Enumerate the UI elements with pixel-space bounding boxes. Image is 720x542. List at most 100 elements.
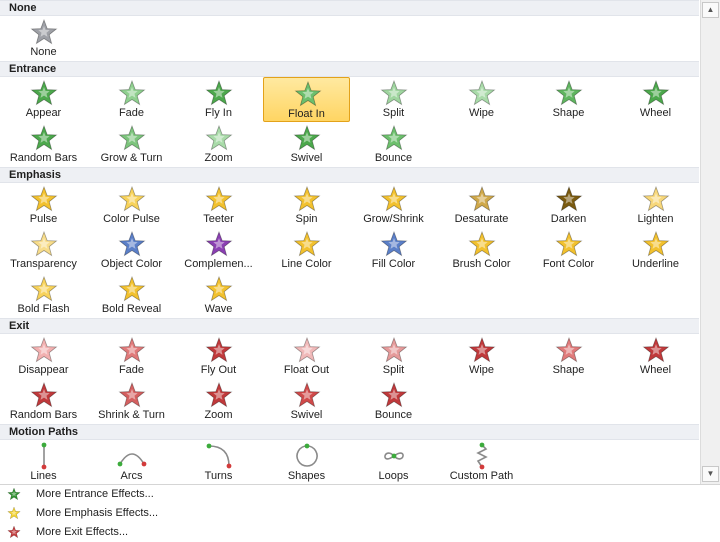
effect-emphasis-lighten[interactable]: Lighten <box>612 183 699 228</box>
effect-label: Fade <box>118 364 145 376</box>
star-gold-icon <box>291 185 323 213</box>
star-gold-icon <box>466 185 498 213</box>
effect-emphasis-pulse[interactable]: Pulse <box>0 183 87 228</box>
star-red-icon <box>203 336 235 364</box>
menu-item-more-emphasis-effects[interactable]: More Emphasis Effects... <box>0 504 720 523</box>
effect-entrance-wipe[interactable]: Wipe <box>438 77 525 122</box>
effect-entrance-float-in[interactable]: Float In <box>263 77 350 122</box>
effect-emphasis-desaturate[interactable]: Desaturate <box>438 183 525 228</box>
star-green-icon <box>640 79 672 107</box>
effect-emphasis-bold-flash[interactable]: Bold Flash <box>0 273 87 318</box>
effect-emphasis-bold-reveal[interactable]: Bold Reveal <box>88 273 175 318</box>
effect-label: Fill Color <box>371 258 416 270</box>
star-gold-icon <box>116 275 148 303</box>
effect-label: Split <box>382 364 405 376</box>
effect-motion-paths-loops[interactable]: Loops <box>350 440 437 484</box>
effect-label: Grow & Turn <box>100 152 163 164</box>
effect-entrance-shape[interactable]: Shape <box>525 77 612 122</box>
effects-row: Random Bars Grow & Turn Zoom Swivel Bounce <box>0 122 699 167</box>
effect-exit-zoom[interactable]: Zoom <box>175 379 262 424</box>
more-effects-menu: More Entrance Effects... More Emphasis Ef… <box>0 484 720 541</box>
star-red-icon <box>640 336 672 364</box>
effect-entrance-grow-and-turn[interactable]: Grow & Turn <box>88 122 175 167</box>
effect-label: Underline <box>631 258 680 270</box>
effect-exit-fly-out[interactable]: Fly Out <box>175 334 262 379</box>
star-green-icon <box>291 124 323 152</box>
effect-emphasis-spin[interactable]: Spin <box>263 183 350 228</box>
effects-row: Lines Arcs Turns Shapes Loops Custom Path <box>0 440 699 484</box>
effect-motion-paths-arcs[interactable]: Arcs <box>88 440 175 484</box>
effect-exit-float-out[interactable]: Float Out <box>263 334 350 379</box>
effect-entrance-bounce[interactable]: Bounce <box>350 122 437 167</box>
effect-emphasis-fill-color[interactable]: Fill Color <box>350 228 437 273</box>
star-green-icon <box>116 79 148 107</box>
path-custom-icon <box>466 442 498 470</box>
effect-label: Grow/Shrink <box>363 213 424 225</box>
effect-label: Shape <box>552 364 585 376</box>
effect-emphasis-darken[interactable]: Darken <box>525 183 612 228</box>
effect-entrance-random-bars[interactable]: Random Bars <box>0 122 87 167</box>
effect-exit-fade[interactable]: Fade <box>88 334 175 379</box>
menu-item-more-exit-effects[interactable]: More Exit Effects... <box>0 523 720 542</box>
effect-label: Wipe <box>468 364 495 376</box>
effect-label: Lines <box>30 470 57 482</box>
effect-entrance-zoom[interactable]: Zoom <box>175 122 262 167</box>
effect-label: Arcs <box>120 470 143 482</box>
star-green-icon <box>28 124 60 152</box>
effect-emphasis-grow-shrink[interactable]: Grow/Shrink <box>350 183 437 228</box>
effect-exit-shrink-and-turn[interactable]: Shrink & Turn <box>88 379 175 424</box>
effect-exit-swivel[interactable]: Swivel <box>263 379 350 424</box>
effect-emphasis-complemen[interactable]: Complemen... <box>175 228 262 273</box>
gallery-scrollbar[interactable]: ▲ ▼ <box>700 0 720 484</box>
menu-item-more-entrance-effects[interactable]: More Entrance Effects... <box>0 485 720 504</box>
effect-label: Swivel <box>290 409 323 421</box>
effect-exit-wipe[interactable]: Wipe <box>438 334 525 379</box>
effect-exit-split[interactable]: Split <box>350 334 437 379</box>
effect-entrance-fly-in[interactable]: Fly In <box>175 77 262 122</box>
effect-emphasis-color-pulse[interactable]: Color Pulse <box>88 183 175 228</box>
effect-motion-paths-custom-path[interactable]: Custom Path <box>438 440 525 484</box>
effect-label: Turns <box>204 470 233 482</box>
effect-none-none[interactable]: None <box>0 16 87 61</box>
effect-entrance-split[interactable]: Split <box>350 77 437 122</box>
star-gold-icon <box>378 230 410 258</box>
star-red-icon <box>116 381 148 409</box>
effect-exit-wheel[interactable]: Wheel <box>612 334 699 379</box>
star-gold-icon <box>203 230 235 258</box>
effect-motion-paths-turns[interactable]: Turns <box>175 440 262 484</box>
effect-exit-random-bars[interactable]: Random Bars <box>0 379 87 424</box>
scroll-down-button[interactable]: ▼ <box>702 466 719 482</box>
effect-emphasis-font-color[interactable]: Font Color <box>525 228 612 273</box>
effect-emphasis-brush-color[interactable]: Brush Color <box>438 228 525 273</box>
effect-label: Float In <box>288 108 325 120</box>
star-gold-icon <box>640 230 672 258</box>
effect-emphasis-wave[interactable]: Wave <box>175 273 262 318</box>
effect-emphasis-line-color[interactable]: Line Color <box>263 228 350 273</box>
effect-entrance-appear[interactable]: Appear <box>0 77 87 122</box>
effect-label: Float Out <box>283 364 330 376</box>
effect-entrance-swivel[interactable]: Swivel <box>263 122 350 167</box>
effect-label: Wipe <box>468 107 495 119</box>
effect-motion-paths-lines[interactable]: Lines <box>0 440 87 484</box>
effect-exit-shape[interactable]: Shape <box>525 334 612 379</box>
section-header-exit: Exit <box>0 318 699 334</box>
effect-emphasis-object-color[interactable]: Object Color <box>88 228 175 273</box>
star-gold-icon <box>553 185 585 213</box>
effect-exit-disappear[interactable]: Disappear <box>0 334 87 379</box>
effect-emphasis-transparency[interactable]: Transparency <box>0 228 87 273</box>
effect-label: Split <box>382 107 405 119</box>
effect-motion-paths-shapes[interactable]: Shapes <box>263 440 350 484</box>
effect-label: Darken <box>550 213 587 225</box>
effect-label: Font Color <box>542 258 595 270</box>
effects-row: Random Bars Shrink & Turn Zoom Swivel Bounce <box>0 379 699 424</box>
effect-entrance-wheel[interactable]: Wheel <box>612 77 699 122</box>
scroll-up-button[interactable]: ▲ <box>702 2 719 18</box>
effect-emphasis-teeter[interactable]: Teeter <box>175 183 262 228</box>
star-gold-icon <box>28 230 60 258</box>
effect-emphasis-underline[interactable]: Underline <box>612 228 699 273</box>
star-gold-icon <box>291 230 323 258</box>
star-red-icon <box>28 336 60 364</box>
star-gold-icon <box>203 275 235 303</box>
effect-entrance-fade[interactable]: Fade <box>88 77 175 122</box>
effect-exit-bounce[interactable]: Bounce <box>350 379 437 424</box>
